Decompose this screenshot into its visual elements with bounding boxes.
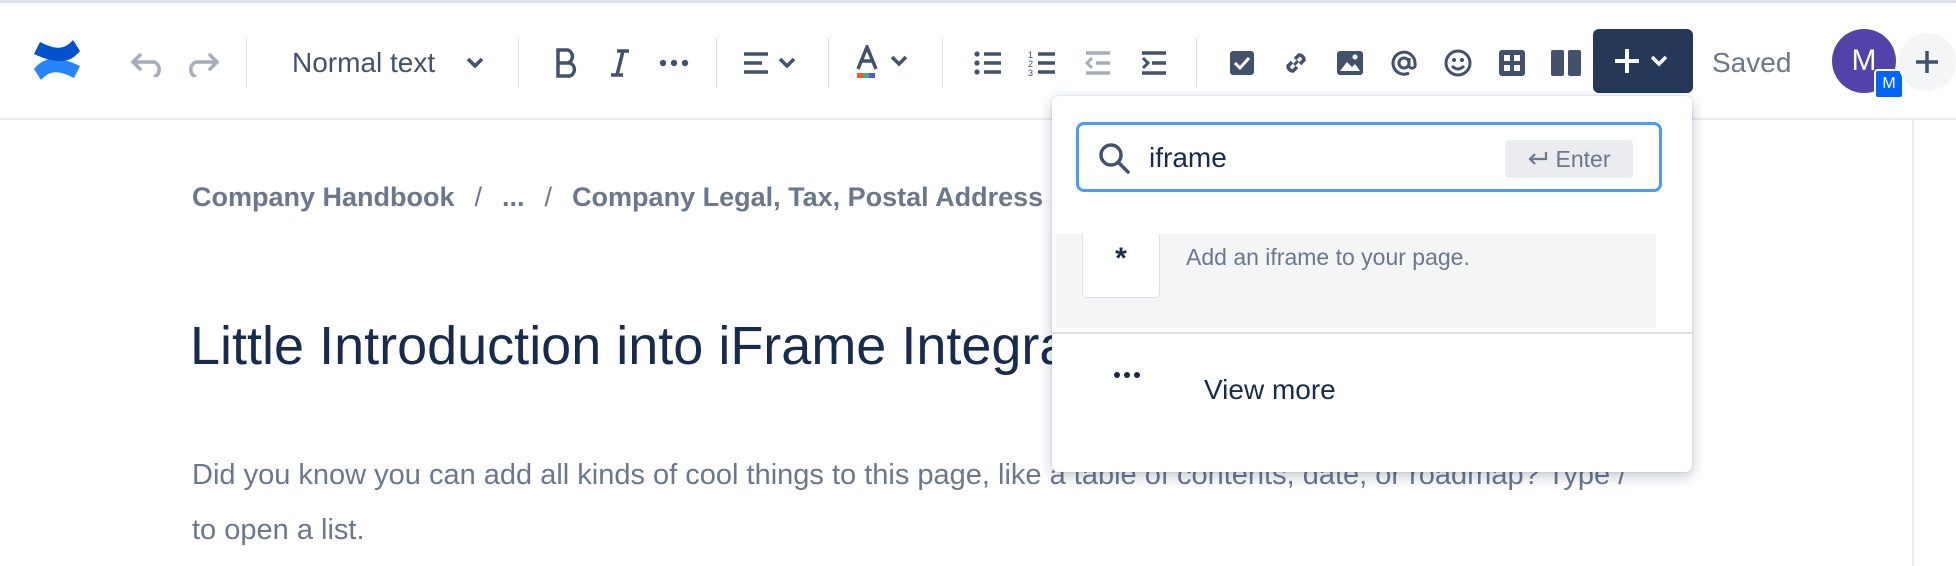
bold-icon[interactable]	[547, 41, 587, 85]
numbered-list-icon[interactable]: 123	[1022, 41, 1062, 85]
insert-result-iframe[interactable]: * Add an iframe to your page.	[1056, 234, 1656, 328]
content-edge-divider	[1912, 118, 1914, 566]
confluence-logo-icon[interactable]	[28, 31, 86, 89]
toolbar-divider	[1196, 38, 1197, 88]
avatar-initial: M	[1851, 44, 1877, 77]
bullet-list-icon[interactable]	[968, 41, 1008, 85]
toolbar-divider	[828, 38, 829, 88]
outdent-icon[interactable]	[1078, 41, 1118, 85]
view-more-item[interactable]: View more	[1052, 344, 1692, 438]
action-item-checkbox-icon[interactable]	[1222, 41, 1262, 85]
italic-icon[interactable]	[600, 41, 640, 85]
link-icon[interactable]	[1276, 41, 1316, 85]
image-icon[interactable]	[1330, 41, 1370, 85]
insert-search-box[interactable]: Enter	[1076, 122, 1662, 192]
enter-hint-label: Enter	[1555, 145, 1611, 172]
undo-icon[interactable]	[128, 43, 168, 83]
enter-return-icon	[1527, 146, 1548, 173]
indent-icon[interactable]	[1134, 41, 1174, 85]
result-description: Add an iframe to your page.	[1186, 244, 1470, 270]
toolbar-divider	[246, 38, 247, 88]
breadcrumb-item-company-legal[interactable]: Company Legal, Tax, Postal Address	[572, 182, 1043, 213]
emoji-icon[interactable]	[1438, 41, 1478, 85]
breadcrumb-item-company-handbook[interactable]: Company Handbook	[192, 182, 455, 213]
menu-divider	[1052, 332, 1692, 334]
toolbar-divider	[518, 38, 519, 88]
iframe-macro-icon: *	[1082, 234, 1160, 298]
mention-icon[interactable]	[1384, 41, 1424, 85]
search-icon	[1097, 141, 1131, 180]
toolbar-divider	[942, 38, 943, 88]
table-icon[interactable]	[1492, 41, 1532, 85]
insert-menu-popup: Enter * Add an iframe to your page. View…	[1052, 96, 1692, 472]
page-title[interactable]: Little Introduction into iFrame Integrat…	[190, 315, 1157, 377]
text-color-dropdown[interactable]	[852, 39, 916, 87]
text-style-dropdown[interactable]: Normal text	[292, 39, 485, 87]
layouts-icon[interactable]	[1546, 41, 1586, 85]
view-more-label: View more	[1204, 374, 1336, 405]
text-style-label: Normal text	[292, 47, 436, 78]
more-dots-icon	[1114, 366, 1140, 384]
saved-status: Saved	[1712, 47, 1792, 78]
redo-icon[interactable]	[182, 43, 222, 83]
svg-text:3: 3	[1028, 68, 1033, 76]
chevron-down-icon	[465, 56, 485, 70]
insert-search-input[interactable]	[1147, 135, 1481, 181]
toolbar-divider	[716, 38, 717, 88]
more-formatting-icon[interactable]	[654, 41, 694, 85]
text-alignment-dropdown[interactable]	[740, 41, 804, 85]
breadcrumb: Company Handbook / ... / Company Legal, …	[192, 182, 1043, 213]
breadcrumb-separator: /	[544, 182, 553, 212]
enter-key-hint: Enter	[1505, 140, 1633, 178]
avatar[interactable]: M M	[1832, 29, 1904, 99]
breadcrumb-item-ellipsis[interactable]: ...	[502, 182, 525, 213]
add-collaborator-icon[interactable]	[1898, 33, 1956, 91]
insert-elements-button[interactable]	[1593, 29, 1693, 93]
breadcrumb-separator: /	[474, 182, 483, 212]
